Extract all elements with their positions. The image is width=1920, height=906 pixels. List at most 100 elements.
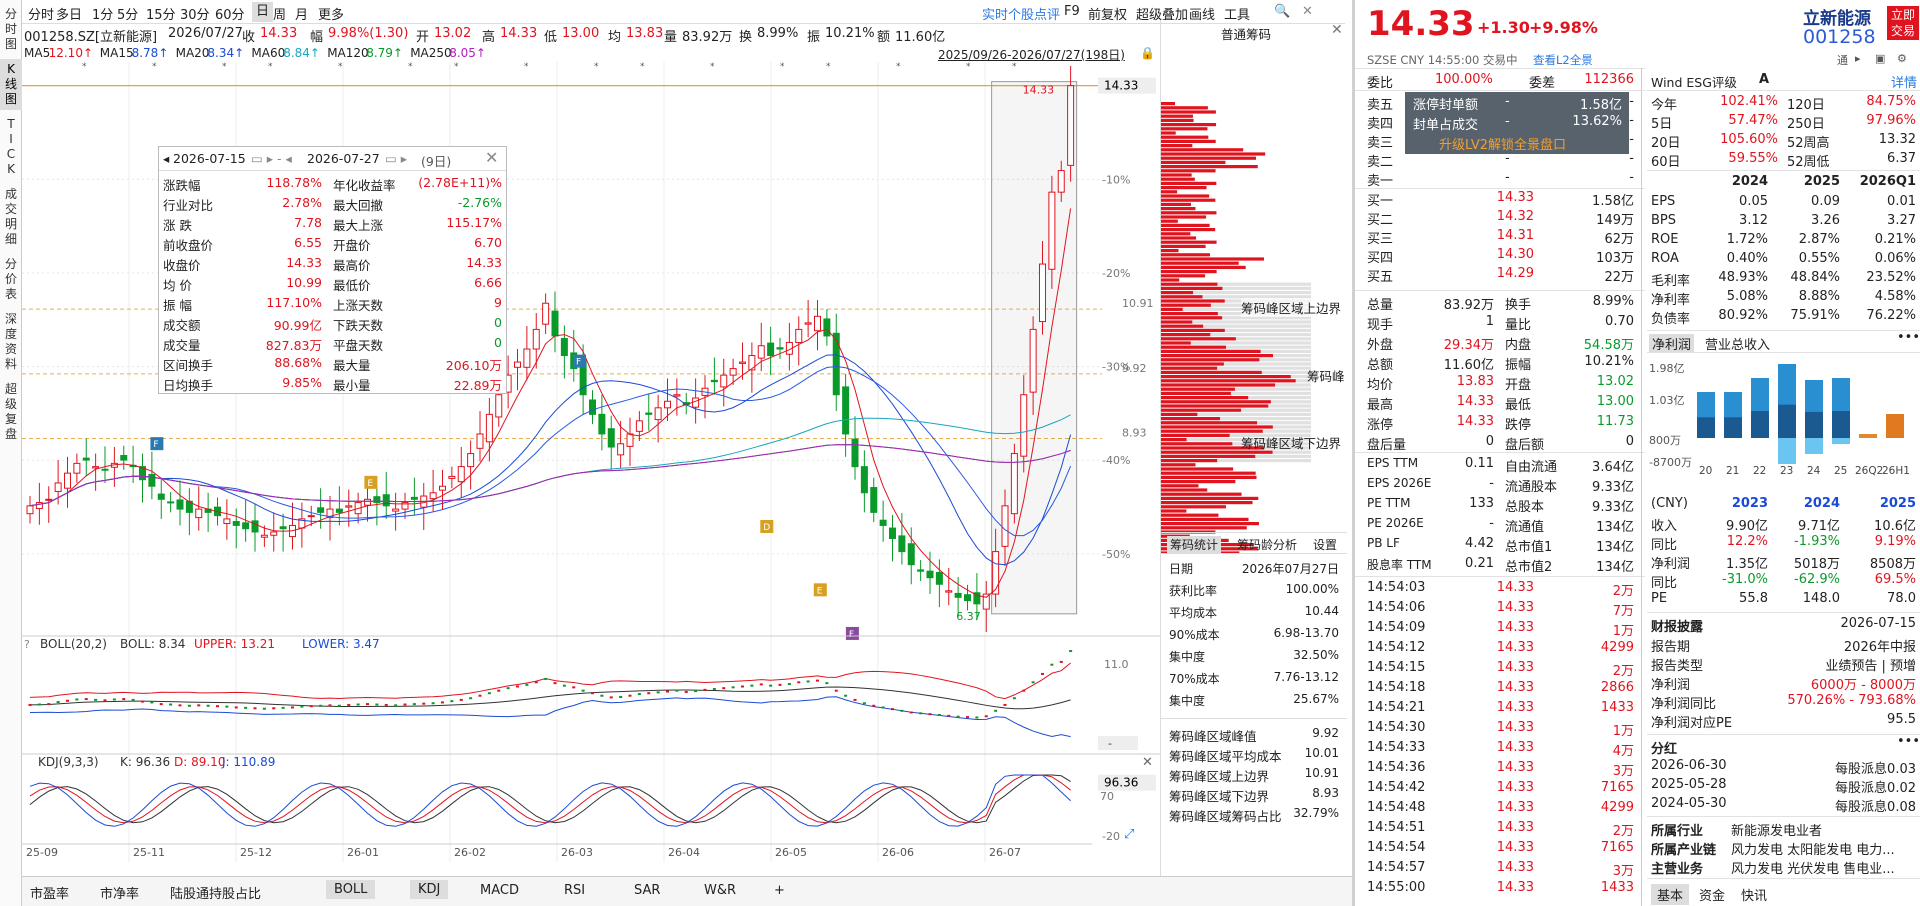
period-tab-7[interactable]: 日 [252, 2, 274, 22]
arrow-icon[interactable]: ▸ [1855, 52, 1861, 65]
tick-volume: 1万 [1612, 624, 1634, 639]
lock-icon[interactable]: 🔒 [1140, 46, 1155, 60]
close-icon[interactable]: ✕ [1302, 4, 1313, 19]
boll-price-bar [872, 704, 876, 707]
candle [870, 487, 878, 513]
tab-net-profit[interactable]: 净利润 [1649, 334, 1695, 353]
chip-tab-0[interactable]: 筹码统计 [1167, 536, 1222, 553]
candle [795, 328, 803, 343]
l2-link[interactable]: 查看L2全景 [1533, 52, 1593, 68]
start-date[interactable]: 2026-07-15 [173, 151, 246, 166]
indicator-tab-1[interactable]: 市净率 [100, 883, 139, 902]
close-icon[interactable]: ✕ [485, 148, 498, 167]
period-tab-5[interactable]: 30分 [180, 4, 210, 23]
chip-bar [1161, 425, 1273, 429]
boll-price-bar [450, 700, 454, 703]
left-tab-1[interactable]: K 线 图 [0, 59, 22, 110]
left-tab-6[interactable]: 超 级 复 盘 [0, 379, 22, 445]
dividend-more-icon[interactable]: ••• [1897, 734, 1920, 749]
toggle-icon[interactable]: 通 [1837, 52, 1848, 68]
panel-tab-2[interactable]: 快讯 [1735, 884, 1773, 905]
chip-bar [1161, 442, 1233, 446]
avg-value: 13.83 [626, 26, 664, 41]
chip-bar [1161, 417, 1221, 421]
period-tab-2[interactable]: 1分 [92, 4, 113, 23]
candle [542, 302, 550, 325]
expand-icon[interactable]: ⤢ [1124, 827, 1134, 842]
search-icon[interactable]: 🔍 [1274, 4, 1290, 19]
stat-label: 平盘天数 [333, 338, 384, 353]
indicator-tab-2[interactable]: 陆股通持股占比 [170, 883, 261, 902]
boll-price-bar [600, 694, 604, 697]
period-tab-3[interactable]: 5分 [117, 4, 138, 23]
period-tab-9[interactable]: 月 [295, 4, 308, 23]
kdj-close-icon[interactable]: ✕ [1142, 755, 1153, 770]
period-tab-6[interactable]: 60分 [215, 4, 245, 23]
toolbar-2[interactable]: 前复权 [1088, 4, 1127, 23]
price-top-label: 14.33 [1104, 79, 1138, 93]
fin-label: PB LF [1367, 536, 1400, 550]
kdj-legend-0: KDJ(9,3,3) [38, 755, 99, 769]
period-tab-4[interactable]: 15分 [146, 4, 176, 23]
indicator-tab-3[interactable]: BOLL [326, 880, 376, 899]
toolbar-0[interactable]: 实时个股点评 [982, 4, 1060, 23]
candle [776, 347, 784, 350]
left-tab-5[interactable]: 深 度 资 料 [0, 309, 22, 375]
tick-price: 14.33 [1496, 820, 1534, 835]
kdj-axis-70: 70 [1100, 790, 1114, 803]
indicator-tab-5[interactable]: MACD [480, 883, 519, 898]
chip-bar [1161, 471, 1256, 475]
left-tab-3[interactable]: 成 交 明 细 [0, 184, 22, 250]
boll-price-bar [1069, 650, 1073, 653]
ma-label-1: MA15 [99, 46, 134, 60]
left-tab-0[interactable]: 分 时 图 [0, 4, 22, 55]
upgrade-lv2-button[interactable]: 升级LV2解锁全景盘口 [1439, 134, 1566, 153]
boll-price-bar [394, 704, 398, 707]
boll-price-bar [225, 705, 229, 708]
chip-stat-label: 日期 [1169, 562, 1194, 576]
indicator-tab-8[interactable]: W&R [704, 883, 736, 898]
period-tab-10[interactable]: 更多 [318, 4, 344, 23]
left-tab-4[interactable]: 分 价 表 [0, 254, 22, 305]
metric-value: 3.26 [1811, 213, 1840, 228]
toolbar-1[interactable]: F9 [1064, 4, 1080, 19]
chip-tab-2[interactable]: 设置 [1313, 536, 1337, 553]
chip-stat-value: 10.01 [1304, 746, 1339, 760]
stock-code-right: 001258 [1803, 26, 1876, 48]
more-icon[interactable]: ••• [1897, 330, 1920, 345]
indicator-tab-6[interactable]: RSI [564, 883, 585, 898]
esg-detail-link[interactable]: 详情 [1891, 72, 1917, 91]
chip-bar [1161, 261, 1239, 265]
indicator-tab-0[interactable]: 市盈率 [30, 883, 69, 902]
end-date[interactable]: 2026-07-27 [307, 151, 380, 166]
panel-tab-1[interactable]: 资金 [1693, 884, 1731, 905]
chip-tab-1[interactable]: 筹码龄分析 [1237, 536, 1297, 553]
panel-menu-icon[interactable]: ? [24, 638, 30, 651]
period-tab-1[interactable]: 多日 [56, 4, 82, 23]
period-tab-8[interactable]: 周 [273, 4, 286, 23]
left-tab-2[interactable]: T I C K [0, 114, 22, 180]
trade-button[interactable]: 立即交易 [1887, 6, 1919, 40]
chip-bar [1161, 106, 1208, 110]
boll-price-bar [581, 689, 585, 692]
tab-revenue[interactable]: 营业总收入 [1705, 334, 1770, 353]
chip-close-icon[interactable]: ✕ [1331, 22, 1343, 38]
prev-arrow-icon[interactable]: ◂ [163, 151, 169, 166]
stat-label: 最低 [1505, 398, 1532, 413]
market-status: SZSE CNY 14:55:00 交易中 [1367, 53, 1518, 67]
window-icon[interactable]: ▣ [1875, 52, 1885, 65]
ma-value-3: 8.84↑ [283, 46, 320, 60]
indicator-tab-4[interactable]: KDJ [410, 880, 449, 899]
period-tab-0[interactable]: 分时 [28, 4, 54, 23]
indicator-tab-9[interactable]: + [774, 883, 785, 898]
boll-price-bar [244, 706, 248, 709]
boll-price-bar [825, 682, 829, 685]
chip-bar [1161, 324, 1204, 328]
interval-header: ◂ 2026-07-15 ▭ ▸ - ◂ 2026-07-27 ▭ ▸ (9日)… [159, 147, 506, 171]
sell-volume: - [1629, 113, 1634, 128]
gear-icon[interactable]: ⚙ [1897, 52, 1907, 65]
panel-tab-0[interactable]: 基本 [1651, 884, 1690, 905]
boll-price-bar [900, 709, 904, 712]
indicator-tab-7[interactable]: SAR [634, 883, 660, 898]
candle [964, 594, 971, 602]
